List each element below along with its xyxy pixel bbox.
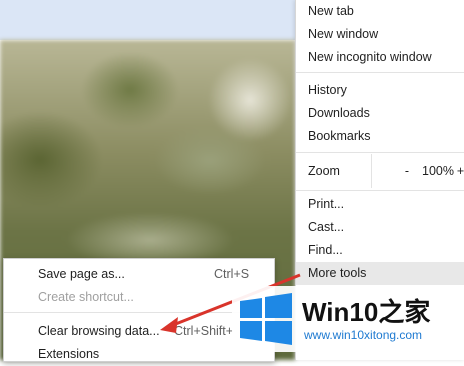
zoom-divider [371,154,372,188]
create-shortcut-label: Create shortcut... [38,290,134,304]
zoom-row: Zoom - 100% + [296,154,464,188]
zoom-out-button[interactable]: - [400,160,414,183]
menu-item-history[interactable]: History [296,79,464,102]
menu-item-bookmarks[interactable]: Bookmarks [296,125,464,148]
menu-item-downloads[interactable]: Downloads [296,102,464,125]
menu-separator [296,190,464,191]
watermark: Win10之家 www.win10xitong.com [232,286,464,352]
menu-item-new-incognito-window[interactable]: New incognito window [296,46,464,69]
submenu-item-save-page[interactable]: Save page as... Ctrl+S [4,262,274,286]
menu-item-find[interactable]: Find... [296,239,464,262]
save-page-shortcut: Ctrl+S [214,267,250,281]
clear-browsing-data-label: Clear browsing data... [38,324,160,338]
windows-logo-icon [240,293,292,345]
zoom-level-value: 100% [422,164,454,178]
clear-browsing-data-shortcut: Ctrl+Shift+ [174,324,234,338]
zoom-label: Zoom [308,164,340,178]
menu-item-new-window[interactable]: New window [296,23,464,46]
menu-item-more-tools[interactable]: More tools [296,262,464,285]
menu-separator [296,152,464,153]
menu-item-print[interactable]: Print... [296,193,464,216]
zoom-in-button[interactable]: + [456,160,464,183]
save-page-label: Save page as... [38,267,125,281]
watermark-url: www.win10xitong.com [304,328,423,342]
extensions-label: Extensions [38,347,100,361]
menu-item-new-tab[interactable]: New tab [296,0,464,23]
menu-separator [296,72,464,73]
watermark-title: Win10之家 [302,297,431,327]
menu-item-cast[interactable]: Cast... [296,216,464,239]
browser-top-bar [0,0,295,40]
